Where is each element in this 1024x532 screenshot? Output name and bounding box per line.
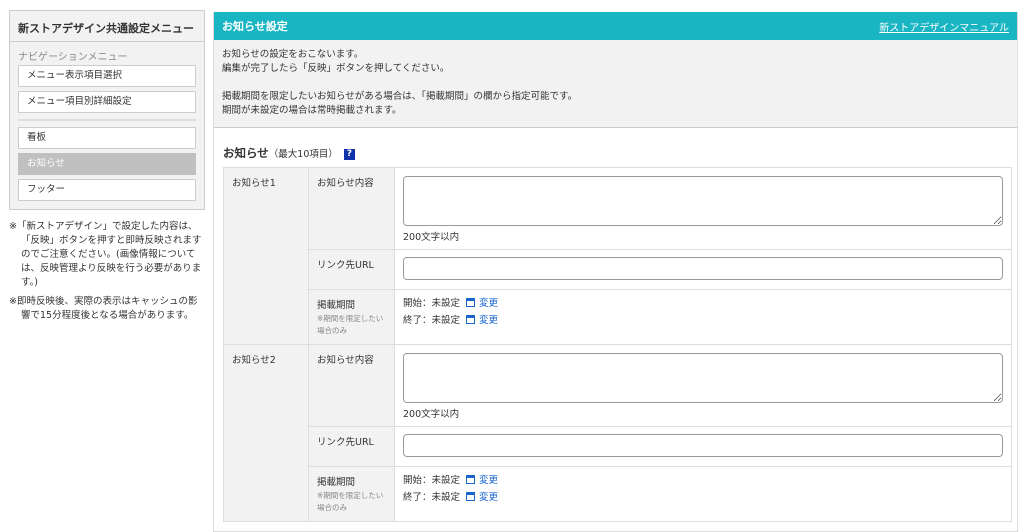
calendar-icon (466, 492, 476, 501)
help-icon[interactable]: ? (343, 149, 355, 160)
content-textarea[interactable] (403, 176, 1003, 226)
char-limit: 200文字以内 (403, 409, 460, 420)
notice-row: お知らせ1 お知らせ内容 200文字以内 (223, 167, 1012, 345)
calendar-icon (466, 315, 476, 324)
url-label: リンク先URL (308, 426, 395, 467)
note: ※「新ストアデザイン」で設定した内容は、「反映」ボタンを押すと即時反映されますの… (9, 221, 202, 288)
note: ※即時反映後、実際の表示はキャッシュの影響で15分程度後となる場合があります。 (9, 296, 198, 321)
page-title: お知らせ設定 (222, 20, 288, 33)
nav-footer[interactable]: フッター (18, 179, 196, 201)
url-input[interactable] (403, 434, 1003, 457)
end-date: 終了：未設定 (403, 492, 461, 503)
notice-label: お知らせ2 (223, 344, 309, 522)
change-start-button[interactable]: 変更 (466, 475, 498, 486)
notice-label: お知らせ1 (223, 167, 309, 345)
change-label: 変更 (479, 492, 499, 503)
notice-table: お知らせ1 お知らせ内容 200文字以内 リンク先URL 掲載期間 ※期間を限定し… (223, 167, 1012, 522)
info-box: お知らせの設定をおこないます。 編集が完了したら「反映」ボタンを押してください。… (214, 40, 1017, 128)
nav-signboard[interactable]: 看板 (18, 127, 196, 149)
nav-notice[interactable]: お知らせ (18, 153, 196, 175)
period-cell: 掲載期間 ※期間を限定したい場合のみ (308, 289, 395, 345)
sidebar: 新ストアデザイン共通設定メニュー ナビゲーションメニュー メニュー表示項目選択 … (9, 10, 205, 210)
change-label: 変更 (479, 315, 499, 326)
content-textarea[interactable] (403, 353, 1003, 403)
section-note: （最大10項目） (268, 149, 338, 160)
nav-label: ナビゲーションメニュー (18, 52, 128, 63)
period-label: 掲載期間 (317, 477, 356, 488)
period-cell: 掲載期間 ※期間を限定したい場合のみ (308, 466, 395, 522)
content-label: お知らせ内容 (308, 344, 395, 427)
change-label: 変更 (479, 475, 499, 486)
info-text: 期間が未設定の場合は常時掲載されます。 (222, 105, 402, 116)
char-limit: 200文字以内 (403, 232, 460, 243)
nav-menu-item-details[interactable]: メニュー項目別詳細設定 (18, 91, 196, 113)
start-date: 開始：未設定 (403, 298, 461, 309)
change-end-button[interactable]: 変更 (466, 492, 498, 503)
change-start-button[interactable]: 変更 (466, 298, 498, 309)
section-title-text: お知らせ (223, 146, 269, 160)
sidebar-title: 新ストアデザイン共通設定メニュー (10, 11, 204, 42)
divider (18, 119, 196, 121)
page-header: お知らせ設定 新ストアデザインマニュアル (214, 12, 1017, 40)
period-note: ※期間を限定したい場合のみ (317, 491, 384, 512)
change-end-button[interactable]: 変更 (466, 315, 498, 326)
content-label: お知らせ内容 (308, 167, 395, 250)
calendar-icon (466, 475, 476, 484)
url-input[interactable] (403, 257, 1003, 280)
end-date: 終了：未設定 (403, 315, 461, 326)
manual-link[interactable]: 新ストアデザインマニュアル (879, 19, 1009, 34)
url-label: リンク先URL (308, 249, 395, 290)
info-text: 編集が完了したら「反映」ボタンを押してください。 (222, 63, 450, 74)
info-text: 掲載期間を限定したいお知らせがある場合は、「掲載期間」の欄から指定可能です。 (222, 91, 578, 102)
info-text: お知らせの設定をおこないます。 (222, 49, 364, 60)
nav-menu-display-items[interactable]: メニュー表示項目選択 (18, 65, 196, 87)
calendar-icon (466, 298, 476, 307)
sidebar-notes: ※「新ストアデザイン」で設定した内容は、「反映」ボタンを押すと即時反映されますの… (9, 220, 205, 328)
change-label: 変更 (479, 298, 499, 309)
period-note: ※期間を限定したい場合のみ (317, 314, 384, 335)
main-panel: お知らせ設定 新ストアデザインマニュアル お知らせの設定をおこないます。 編集が… (213, 12, 1018, 532)
notice-row: お知らせ2 お知らせ内容 200文字以内 (223, 344, 1012, 522)
section-title: お知らせ（最大10項目）? (214, 128, 1017, 167)
start-date: 開始：未設定 (403, 475, 461, 486)
period-label: 掲載期間 (317, 300, 356, 311)
